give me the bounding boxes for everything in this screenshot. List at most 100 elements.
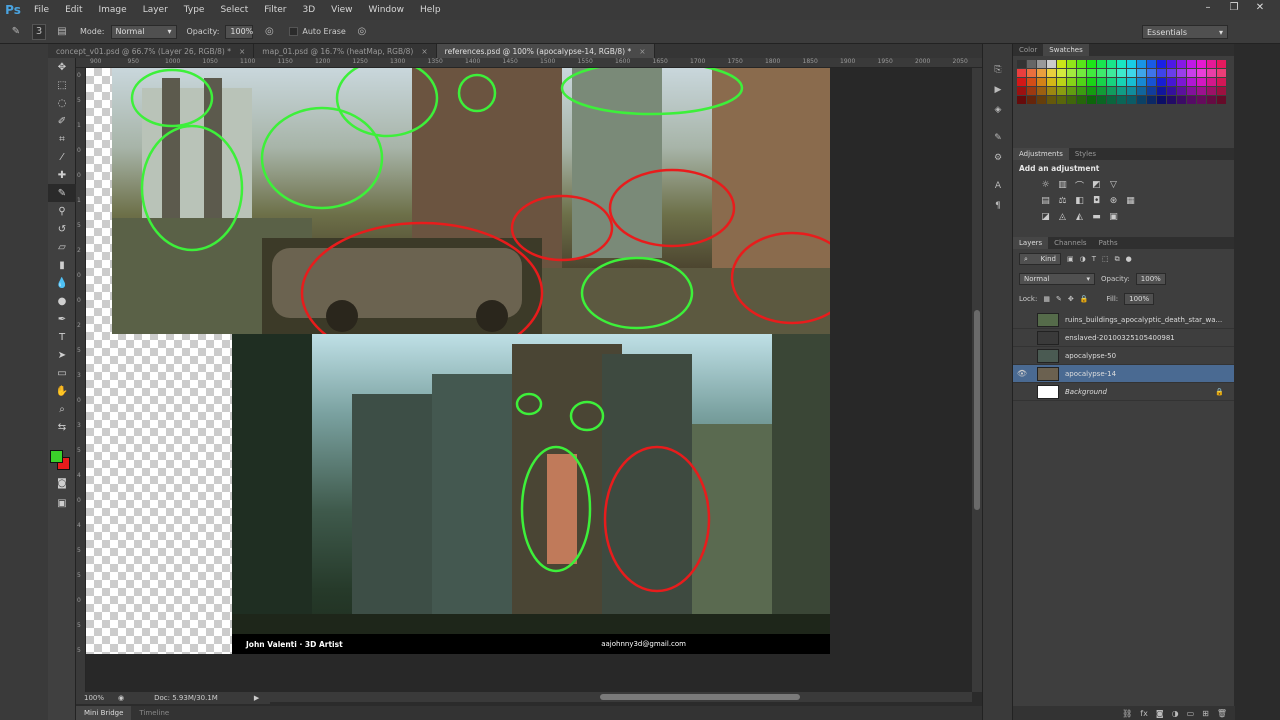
color-swatch[interactable] bbox=[1147, 60, 1156, 68]
color-swatch[interactable] bbox=[1177, 87, 1186, 95]
color-swatch[interactable] bbox=[1027, 69, 1036, 77]
color-swatch[interactable] bbox=[1157, 78, 1166, 86]
eraser-tool-icon[interactable]: ▱ bbox=[48, 238, 76, 256]
crop-tool-icon[interactable]: ⌗ bbox=[48, 130, 76, 148]
brush-presets-icon[interactable]: ✎ bbox=[983, 130, 1013, 146]
black-white-icon[interactable]: ◧ bbox=[1073, 195, 1086, 207]
document-tab[interactable]: map_01.psd @ 16.7% (heatMap, RGB/8) × bbox=[254, 44, 437, 58]
color-swatch[interactable] bbox=[1167, 60, 1176, 68]
smart-object-filter-icon[interactable]: ⧉ bbox=[1115, 255, 1120, 264]
color-swatch[interactable] bbox=[1147, 69, 1156, 77]
color-swatch[interactable] bbox=[1217, 96, 1226, 104]
tab-swatches[interactable]: Swatches bbox=[1043, 44, 1089, 56]
posterize-icon[interactable]: ◬ bbox=[1056, 211, 1069, 223]
color-swatch[interactable] bbox=[1027, 60, 1036, 68]
lock-transparency-icon[interactable]: ▦ bbox=[1043, 295, 1050, 303]
close-tab-icon[interactable]: × bbox=[639, 47, 645, 56]
tab-paths[interactable]: Paths bbox=[1093, 237, 1124, 249]
color-swatch[interactable] bbox=[1167, 78, 1176, 86]
color-swatch[interactable] bbox=[1047, 78, 1056, 86]
foreground-color-swatch[interactable] bbox=[50, 450, 63, 463]
clone-source-icon[interactable]: ⚙ bbox=[983, 150, 1013, 166]
close-button[interactable]: ✕ bbox=[1250, 0, 1270, 14]
vibrance-icon[interactable]: ▽ bbox=[1107, 179, 1120, 191]
color-swatch[interactable] bbox=[1127, 69, 1136, 77]
color-swatch[interactable] bbox=[1017, 78, 1026, 86]
color-swatch[interactable] bbox=[1157, 87, 1166, 95]
restore-button[interactable]: ❐ bbox=[1224, 0, 1244, 14]
lock-all-icon[interactable]: 🔒 bbox=[1080, 295, 1089, 303]
color-balance-icon[interactable]: ⚖ bbox=[1056, 195, 1069, 207]
color-swatch[interactable] bbox=[1137, 96, 1146, 104]
color-swatch[interactable] bbox=[1127, 78, 1136, 86]
tab-adjustments[interactable]: Adjustments bbox=[1013, 148, 1069, 160]
color-swatch[interactable] bbox=[1027, 78, 1036, 86]
color-swatch[interactable] bbox=[1077, 87, 1086, 95]
history-icon[interactable]: ⎘ bbox=[983, 62, 1013, 78]
layer-style-icon[interactable]: fx bbox=[1140, 709, 1148, 718]
paragraph-icon[interactable]: ¶ bbox=[983, 198, 1013, 214]
tab-layers[interactable]: Layers bbox=[1013, 237, 1049, 249]
status-info-icon[interactable]: ◉ bbox=[118, 694, 124, 702]
color-swatch[interactable] bbox=[1097, 78, 1106, 86]
color-swatch[interactable] bbox=[1077, 60, 1086, 68]
menu-image[interactable]: Image bbox=[91, 5, 135, 15]
color-swatch[interactable] bbox=[1087, 96, 1096, 104]
color-swatch[interactable] bbox=[1197, 69, 1206, 77]
color-swatch[interactable] bbox=[1137, 60, 1146, 68]
quick-select-tool-icon[interactable]: ✐ bbox=[48, 112, 76, 130]
swap-colors-icon[interactable]: ⇆ bbox=[48, 418, 76, 436]
brush-panel-icon[interactable]: ▤ bbox=[54, 24, 70, 40]
brightness-icon[interactable]: ☼ bbox=[1039, 179, 1052, 191]
vertical-scroll-thumb[interactable] bbox=[974, 310, 980, 510]
horizontal-scroll-thumb[interactable] bbox=[600, 694, 800, 700]
color-swatch[interactable] bbox=[1087, 69, 1096, 77]
layer-row[interactable]: apocalypse-50 bbox=[1013, 347, 1234, 365]
color-swatch[interactable] bbox=[1087, 87, 1096, 95]
color-swatch[interactable] bbox=[1137, 87, 1146, 95]
screen-mode-icon[interactable]: ▣ bbox=[48, 494, 76, 512]
color-swatch[interactable] bbox=[1087, 60, 1096, 68]
color-swatch[interactable] bbox=[1027, 96, 1036, 104]
type-tool-icon[interactable]: T bbox=[48, 328, 76, 346]
lasso-tool-icon[interactable]: ◌ bbox=[48, 94, 76, 112]
color-swatch[interactable] bbox=[1207, 87, 1216, 95]
history-brush-tool-icon[interactable]: ↺ bbox=[48, 220, 76, 238]
document-tab[interactable]: concept_v01.psd @ 66.7% (Layer 26, RGB/8… bbox=[48, 44, 255, 58]
tab-timeline[interactable]: Timeline bbox=[131, 706, 177, 720]
shape-filter-icon[interactable]: ⬚ bbox=[1102, 255, 1109, 263]
color-swatch[interactable] bbox=[1097, 87, 1106, 95]
horizontal-scrollbar[interactable] bbox=[270, 692, 972, 702]
color-swatch[interactable] bbox=[1107, 69, 1116, 77]
color-swatch[interactable] bbox=[1077, 96, 1086, 104]
blur-tool-icon[interactable]: 💧 bbox=[48, 274, 76, 292]
navigator-icon[interactable]: ◈ bbox=[983, 102, 1013, 118]
lock-pixels-icon[interactable]: ✎ bbox=[1056, 295, 1062, 303]
document-tab[interactable]: references.psd @ 100% (apocalypse-14, RG… bbox=[436, 44, 655, 58]
color-swatch[interactable] bbox=[1117, 96, 1126, 104]
vertical-scrollbar[interactable] bbox=[972, 68, 982, 692]
character-icon[interactable]: A bbox=[983, 178, 1013, 194]
pixel-filter-icon[interactable]: ▣ bbox=[1067, 255, 1074, 263]
color-swatch[interactable] bbox=[1047, 96, 1056, 104]
color-swatch[interactable] bbox=[1117, 78, 1126, 86]
layer-row[interactable]: 👁 apocalypse-14 bbox=[1013, 365, 1234, 383]
color-swatch[interactable] bbox=[1057, 87, 1066, 95]
brush-tool-icon[interactable]: ✎ bbox=[48, 184, 76, 202]
color-swatch[interactable] bbox=[1107, 96, 1116, 104]
color-swatch[interactable] bbox=[1137, 69, 1146, 77]
color-swatch[interactable] bbox=[1107, 87, 1116, 95]
color-swatch[interactable] bbox=[1217, 60, 1226, 68]
color-swatch[interactable] bbox=[1197, 78, 1206, 86]
gradient-map-icon[interactable]: ▬ bbox=[1090, 211, 1103, 223]
brush-size-picker[interactable]: 3 bbox=[32, 23, 46, 40]
tab-mini-bridge[interactable]: Mini Bridge bbox=[76, 706, 132, 720]
color-swatch[interactable] bbox=[1067, 87, 1076, 95]
color-swatch[interactable] bbox=[1077, 69, 1086, 77]
color-swatch[interactable] bbox=[1037, 78, 1046, 86]
color-swatch[interactable] bbox=[1017, 87, 1026, 95]
move-tool-icon[interactable]: ✥ bbox=[48, 58, 76, 76]
color-swatch[interactable] bbox=[1087, 78, 1096, 86]
minimize-button[interactable]: – bbox=[1198, 0, 1218, 14]
new-group-icon[interactable]: ▭ bbox=[1187, 709, 1195, 718]
